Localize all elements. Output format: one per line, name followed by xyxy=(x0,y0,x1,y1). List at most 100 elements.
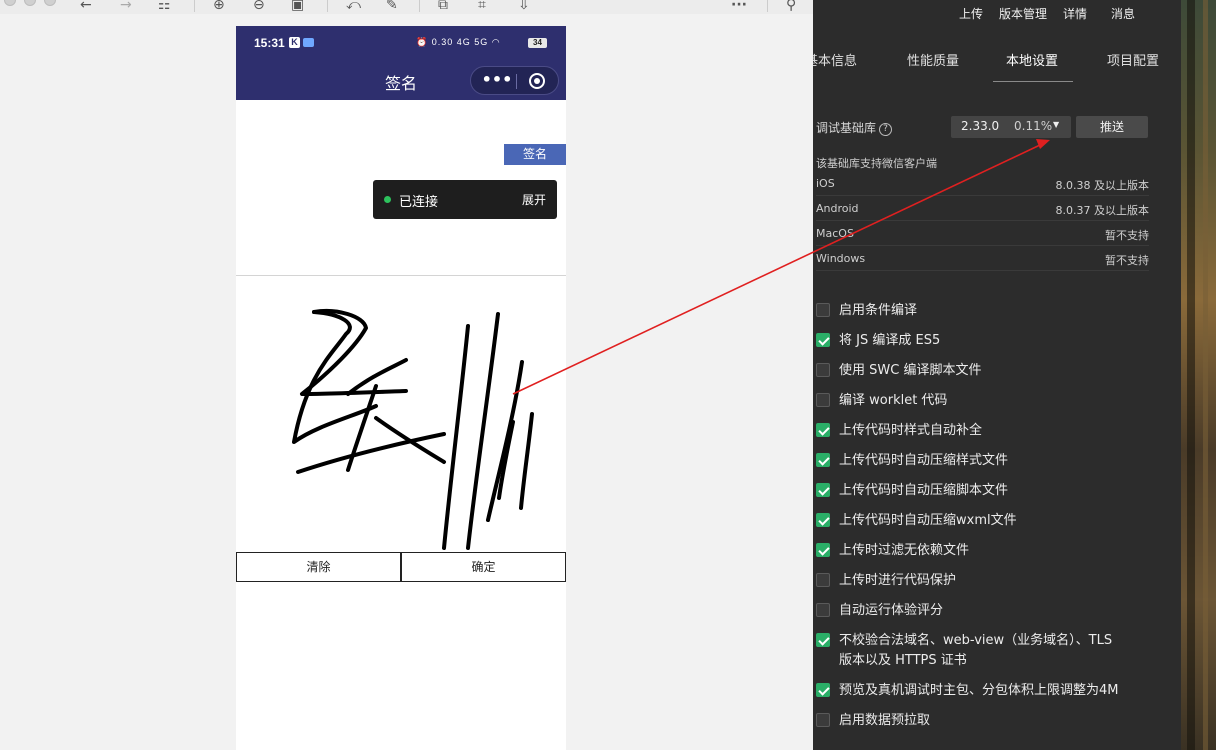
pin-icon[interactable]: ⚲ xyxy=(786,0,796,12)
checkbox[interactable] xyxy=(816,363,830,377)
connected-status-icon xyxy=(384,196,391,203)
signature-stroke xyxy=(296,432,446,474)
option-label: 启用条件编译 xyxy=(839,303,918,318)
checkbox[interactable] xyxy=(816,453,830,467)
translate-icon[interactable]: ⧉ xyxy=(438,0,448,12)
window-zoom-icon[interactable] xyxy=(44,0,56,6)
push-button[interactable]: 推送 xyxy=(1076,116,1148,138)
checkbox[interactable] xyxy=(816,683,830,697)
capsule-more-icon[interactable]: ••• xyxy=(479,70,515,89)
option-label: 上传时过滤无依赖文件 xyxy=(839,543,970,558)
signature-canvas[interactable] xyxy=(236,276,566,552)
option-label: 预览及真机调试时主包、分包体积上限调整为4M xyxy=(839,683,1119,698)
nav-bar: 签名 ••• xyxy=(236,60,566,100)
signature-stroke xyxy=(442,324,470,550)
support-os: iOS xyxy=(816,177,835,190)
checkbox[interactable] xyxy=(816,333,830,347)
checkbox[interactable] xyxy=(816,543,830,557)
upload-button[interactable]: 上传 xyxy=(959,5,983,22)
active-tab-indicator xyxy=(993,81,1073,82)
details-button[interactable]: 详情 xyxy=(1063,5,1087,22)
help-icon[interactable]: ? xyxy=(879,123,893,136)
battery-icon: 34 xyxy=(528,38,547,48)
toast-expand-button[interactable]: 展开 xyxy=(522,191,546,208)
option-label: 编译 worklet 代码 xyxy=(839,393,948,408)
version-select[interactable]: 2.33.0 0.11% ▼ xyxy=(951,116,1071,138)
zoom-out-icon[interactable]: ⊖ xyxy=(253,0,265,12)
tab-performance[interactable]: 性能质量 xyxy=(907,50,959,69)
option-label: 使用 SWC 编译脚本文件 xyxy=(839,363,982,378)
support-version: 8.0.38 及以上版本 xyxy=(1055,179,1149,192)
support-os: Android xyxy=(816,202,859,215)
checkbox[interactable] xyxy=(816,483,830,497)
network-indicator: 0.30 4G 5G xyxy=(431,37,489,47)
back-icon[interactable]: ← xyxy=(80,0,92,12)
support-title: 该基础库支持微信客户端 xyxy=(816,157,937,170)
checkbox[interactable] xyxy=(816,603,830,617)
option-label: 上传时进行代码保护 xyxy=(839,573,957,588)
option-label: 将 JS 编译成 ES5 xyxy=(839,333,941,348)
checkbox[interactable] xyxy=(816,393,830,407)
signature-stroke xyxy=(300,309,408,396)
version-number: 2.33.0 xyxy=(961,119,1000,133)
fit-icon[interactable]: ▣ xyxy=(291,0,304,12)
tab-basic-info[interactable]: 基本信息 xyxy=(813,50,857,69)
forward-icon[interactable]: → xyxy=(120,0,132,12)
window-minimize-icon[interactable] xyxy=(24,0,36,6)
tab-project-config[interactable]: 项目配置 xyxy=(1107,50,1159,69)
rotate-icon[interactable]: ⤺ xyxy=(346,0,361,12)
checkbox[interactable] xyxy=(816,713,830,727)
checkbox[interactable] xyxy=(816,423,830,437)
toolbar-divider xyxy=(327,0,328,12)
version-manage-button[interactable]: 版本管理 xyxy=(999,5,1047,22)
support-row: iOS 8.0.38 及以上版本 xyxy=(816,171,1149,196)
clear-button[interactable]: 清除 xyxy=(236,552,401,582)
checkbox[interactable] xyxy=(816,303,830,317)
option-label: 上传代码时自动压缩wxml文件 xyxy=(839,513,1017,528)
checkbox[interactable] xyxy=(816,633,830,647)
debug-lib-label: 调试基础库? xyxy=(816,119,893,136)
k-app-icon: K xyxy=(289,37,300,48)
toast-status-text: 已连接 xyxy=(399,195,439,210)
messages-button[interactable]: 消息 xyxy=(1111,5,1135,22)
toolbar-divider xyxy=(194,0,195,12)
save-icon[interactable]: ⇩ xyxy=(518,0,530,12)
tab-local-settings[interactable]: 本地设置 xyxy=(1006,50,1058,69)
alarm-icon: ⏰ xyxy=(416,37,429,47)
menu-capsule: ••• xyxy=(470,66,559,95)
support-version: 8.0.37 及以上版本 xyxy=(1055,204,1149,217)
option-label: 上传代码时自动压缩脚本文件 xyxy=(839,483,1009,498)
scan-icon[interactable]: ⌗ xyxy=(478,0,486,12)
support-os: Windows xyxy=(816,252,866,265)
app-notification-icon xyxy=(303,38,314,47)
support-os: MacOS xyxy=(816,227,854,240)
confirm-button[interactable]: 确定 xyxy=(401,552,566,582)
checkbox[interactable] xyxy=(816,513,830,527)
support-row: Android 8.0.37 及以上版本 xyxy=(816,196,1149,221)
option-label: 上传代码时样式自动补全 xyxy=(839,423,983,438)
capsule-close-icon[interactable] xyxy=(529,73,545,89)
grid-icon[interactable]: ☷ xyxy=(158,0,171,12)
option-label: 启用数据预拉取 xyxy=(839,713,931,728)
option-label: 上传代码时自动压缩样式文件 xyxy=(839,453,1009,468)
checkbox[interactable] xyxy=(816,573,830,587)
support-version: 暂不支持 xyxy=(1105,229,1149,242)
edit-icon[interactable]: ✎ xyxy=(386,0,398,12)
sign-tag[interactable]: 签名 xyxy=(504,144,566,165)
option-label: 自动运行体验评分 xyxy=(839,603,944,618)
window-close-icon[interactable] xyxy=(4,0,16,6)
option-label-line2: 版本以及 HTTPS 证书 xyxy=(839,653,967,668)
signature-stroke xyxy=(519,412,534,510)
more-icon[interactable]: ··· xyxy=(731,0,747,12)
support-version: 暂不支持 xyxy=(1105,254,1149,267)
capsule-divider xyxy=(516,74,517,89)
toolbar-divider xyxy=(767,0,768,12)
connection-toast: 已连接 展开 xyxy=(373,180,557,219)
phone-simulator: 15:31 K ⏰ 0.30 4G 5G ◠ 34 签名 ••• 签名 已连接 … xyxy=(236,26,566,750)
option-label: 不校验合法域名、web-view（业务域名）、TLS xyxy=(839,633,1113,648)
signature-stroke xyxy=(466,312,500,550)
zoom-in-icon[interactable]: ⊕ xyxy=(213,0,225,12)
support-row: Windows 暂不支持 xyxy=(816,246,1149,271)
debug-lib-label-text: 调试基础库 xyxy=(816,121,877,135)
details-panel: 上传 版本管理 详情 消息 基本信息 性能质量 本地设置 项目配置 调试基础库?… xyxy=(813,0,1181,750)
